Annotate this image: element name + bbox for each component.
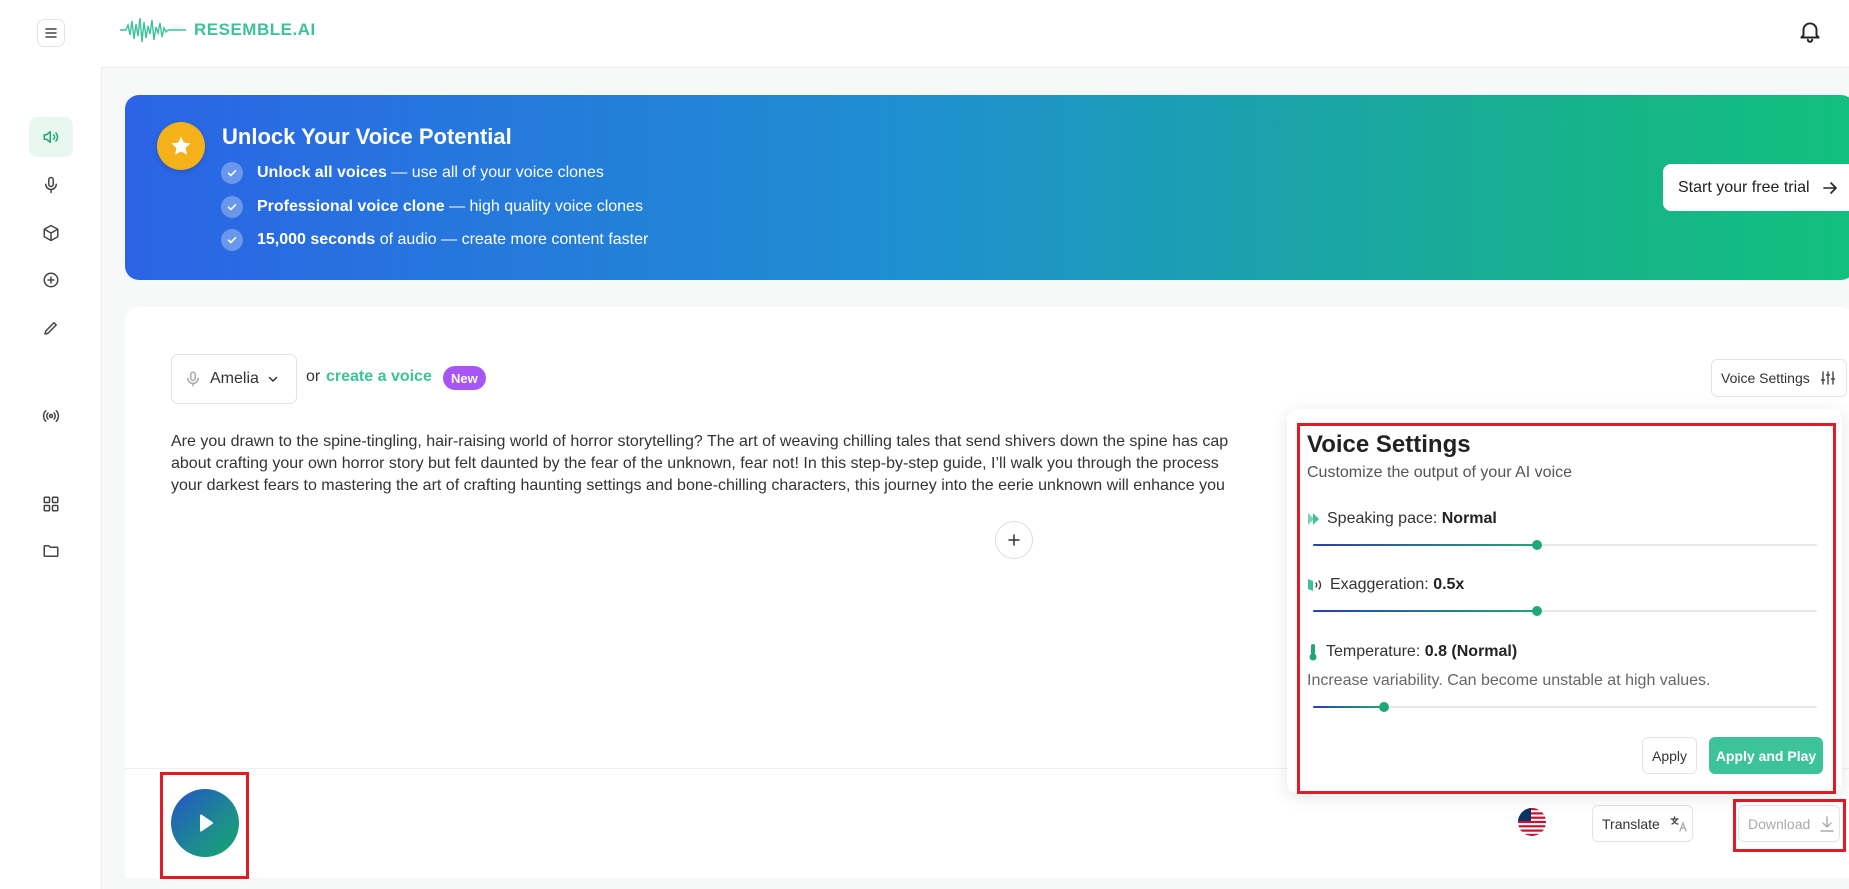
voice-settings-label: Voice Settings [1721,370,1810,386]
check-icon [221,162,243,184]
bullet-text: — use all of your voice clones [386,164,604,181]
start-trial-button[interactable]: Start your free trial [1663,164,1849,211]
star-icon [171,136,191,155]
waveform-logo-icon [120,17,186,43]
voice-settings-highlight-box [1297,423,1836,794]
broadcast-icon [42,410,60,422]
bullet-text: — high quality voice clones [444,198,643,215]
create-voice-link[interactable]: create a voice [326,368,432,386]
star-badge [157,122,205,170]
bullet-bold: Professional voice clone [257,198,445,215]
arrow-right-icon [1822,181,1837,194]
menu-button[interactable] [37,19,65,47]
add-block-button[interactable] [995,521,1033,559]
sidebar-item-record[interactable] [29,165,73,205]
logo[interactable]: RESEMBLE.AI [120,15,316,45]
bullet-bold: 15,000 seconds [257,231,376,248]
translate-icon [1670,815,1687,832]
sidebar-item-create[interactable] [29,260,73,300]
sidebar-item-edit[interactable] [29,308,73,348]
voice-settings-button[interactable]: Voice Settings [1711,359,1847,397]
banner-bullet: Professional voice clone — high quality … [221,196,643,218]
microphone-icon [45,176,57,194]
script-line: about crafting your own horror story but… [171,455,1219,472]
translate-button[interactable]: Translate [1592,805,1693,842]
download-highlight-box [1733,799,1846,852]
check-icon [221,196,243,218]
sidebar-item-apps[interactable] [29,484,73,524]
logo-text: RESEMBLE.AI [194,20,316,39]
top-header [101,0,1849,68]
plus-circle-icon [43,272,59,288]
banner-title: Unlock Your Voice Potential [222,124,512,149]
start-trial-label: Start your free trial [1678,178,1810,196]
chevron-down-icon [268,376,278,383]
voice-select[interactable]: Amelia [171,354,297,404]
us-flag-icon[interactable] [1518,808,1546,836]
pencil-icon [44,322,57,335]
plus-icon [1008,534,1020,546]
sidebar-item-speech[interactable] [29,117,73,157]
or-text: or [306,368,321,385]
speaker-icon [43,131,59,143]
notifications-button[interactable] [1797,18,1823,49]
sliders-icon [1820,371,1835,385]
bullet-bold: Unlock all voices [257,164,387,181]
bullet-text: of audio — create more content faster [375,231,649,248]
check-icon [221,229,243,251]
menu-icon [45,28,57,38]
new-badge: New [443,366,486,390]
bell-icon [1800,22,1820,43]
banner-bullet: Unlock all voices — use all of your voic… [221,162,604,184]
sidebar-item-models[interactable] [29,213,73,253]
translate-label: Translate [1602,815,1660,832]
script-line: your darkest fears to mastering the art … [171,477,1225,494]
script-text-area[interactable]: Are you drawn to the spine-tingling, hai… [171,431,1289,501]
folder-icon [43,545,59,557]
selected-voice: Amelia [210,370,259,387]
sidebar-item-projects[interactable] [29,531,73,571]
play-highlight-box [160,772,249,879]
microphone-icon [187,371,199,387]
upgrade-banner [125,95,1849,280]
banner-bullet: 15,000 seconds of audio — create more co… [221,229,648,251]
cube-icon [43,224,59,242]
grid-icon [43,496,59,512]
script-line: Are you drawn to the spine-tingling, hai… [171,433,1229,450]
sidebar-item-broadcast[interactable] [29,396,73,436]
